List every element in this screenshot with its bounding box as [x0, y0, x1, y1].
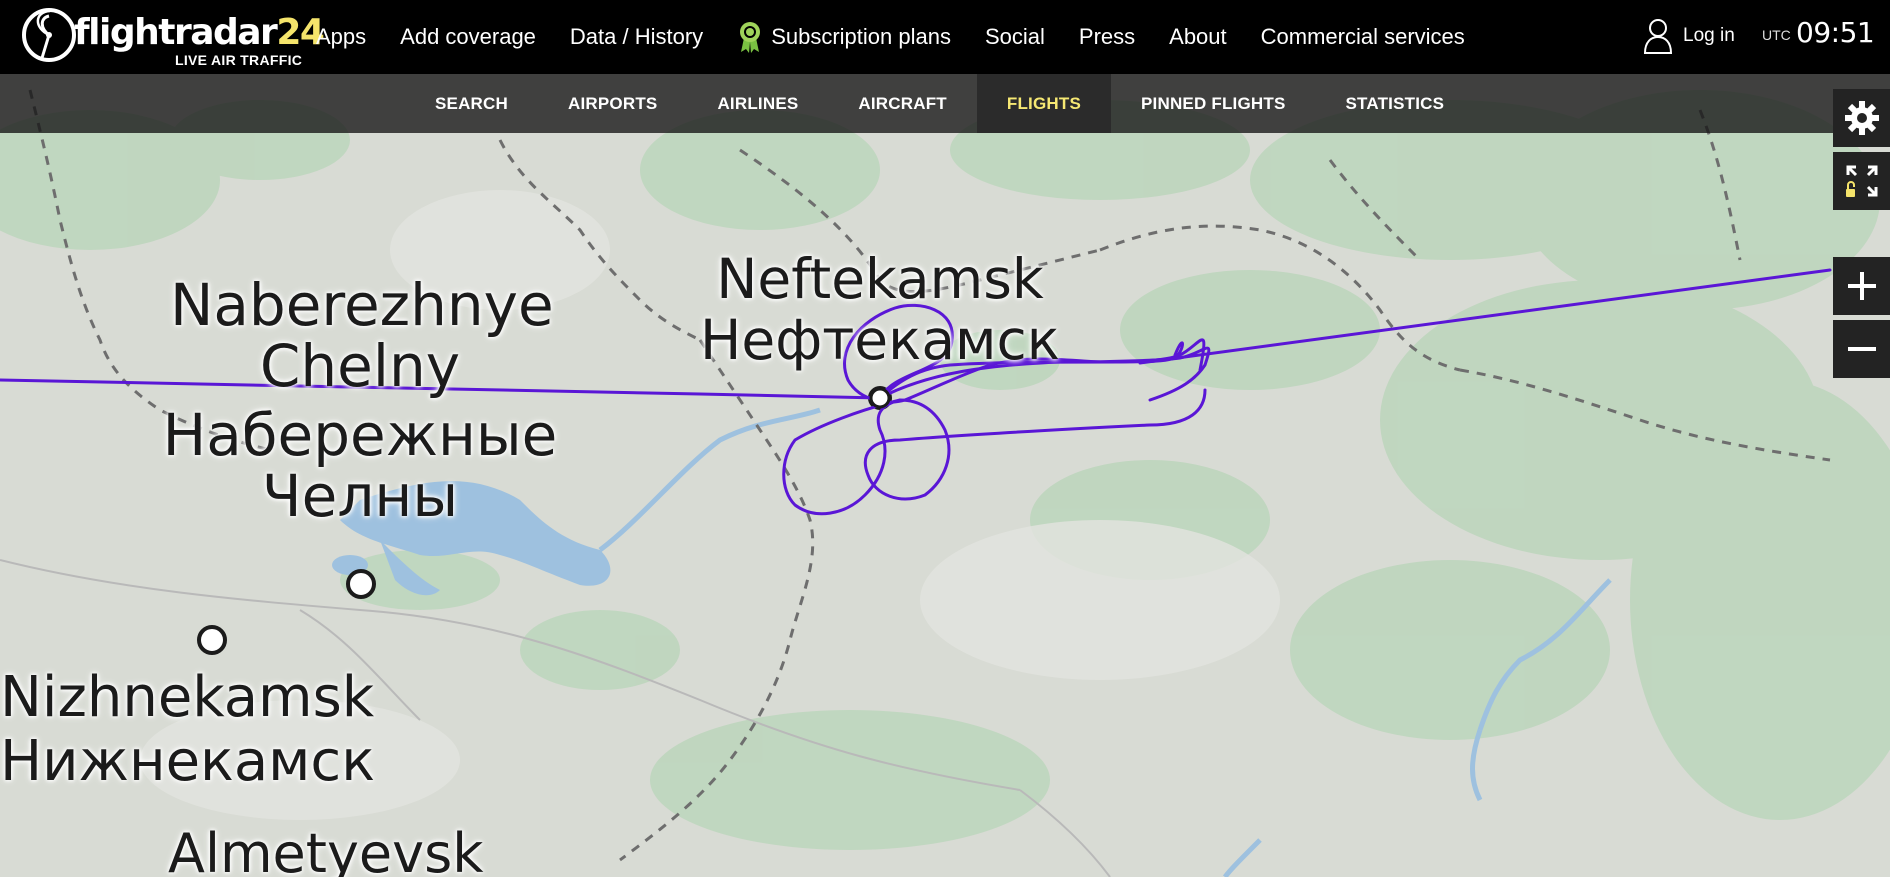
city-label-nizhnekamsk: Nizhnekamsk Нижнекамск: [0, 670, 430, 790]
brand-logo[interactable]: flightradar24 LIVE AIR TRAFFIC: [20, 4, 325, 70]
city-label-neftekamsk: Neftekamsk Нефтекамск: [680, 252, 1080, 368]
tab-search[interactable]: SEARCH: [405, 74, 538, 133]
settings-button[interactable]: [1833, 89, 1890, 147]
sub-nav: SEARCH AIRPORTS AIRLINES AIRCRAFT FLIGHT…: [0, 74, 1890, 133]
brand-wordmark: flightradar24: [74, 12, 325, 53]
login-button[interactable]: Log in: [1643, 18, 1735, 54]
brand-tagline: LIVE AIR TRAFFIC: [175, 52, 303, 68]
city-name-ru: Нижнекамск: [0, 729, 376, 794]
city-name-en: Neftekamsk: [716, 247, 1044, 311]
login-label: Log in: [1683, 25, 1735, 46]
tab-aircraft[interactable]: AIRCRAFT: [828, 74, 976, 133]
zoom-in-button[interactable]: [1833, 257, 1890, 315]
tab-airports[interactable]: AIRPORTS: [538, 74, 687, 133]
utc-label: UTC: [1762, 27, 1791, 43]
nav-press[interactable]: Press: [1079, 24, 1135, 50]
tab-airlines[interactable]: AIRLINES: [687, 74, 828, 133]
fullscreen-button[interactable]: [1833, 152, 1890, 210]
city-name-en: Naberezhnye Chelny: [170, 271, 554, 400]
utc-clock: 09:51: [1796, 16, 1875, 49]
city-label-almetyevsk: Almetyevsk: [168, 827, 528, 877]
nav-apps[interactable]: Apps: [316, 24, 366, 50]
city-name-en: Nizhnekamsk: [0, 665, 375, 730]
nav-about[interactable]: About: [1169, 24, 1227, 50]
main-nav: Apps Add coverage Data / History Subscri…: [300, 0, 1482, 74]
radar-logo-icon: [22, 8, 76, 62]
nav-commercial-services[interactable]: Commercial services: [1261, 24, 1465, 50]
tab-statistics[interactable]: STATISTICS: [1316, 74, 1475, 133]
city-name-ru: Набережные Челны: [162, 400, 558, 530]
nav-subscription-plans[interactable]: Subscription plans: [737, 20, 951, 54]
user-icon: [1643, 19, 1673, 54]
fullscreen-icon: [1845, 165, 1877, 197]
flightradar-app: Naberezhnye Chelny Набережные Челны Neft…: [0, 0, 1890, 877]
nav-social[interactable]: Social: [985, 24, 1045, 50]
nav-data-history[interactable]: Data / History: [570, 24, 703, 50]
minus-icon: [1847, 347, 1876, 351]
city-name-en: Almetyevsk: [168, 822, 484, 877]
plus-icon: [1847, 272, 1876, 300]
tab-pinned-flights[interactable]: PINNED FLIGHTS: [1111, 74, 1315, 133]
nav-add-coverage[interactable]: Add coverage: [400, 24, 536, 50]
award-ribbon-icon: [740, 22, 761, 53]
gear-icon: [1844, 101, 1879, 135]
zoom-out-button[interactable]: [1833, 320, 1890, 378]
city-name-ru: Нефтекамск: [700, 308, 1060, 372]
nav-subscription-label: Subscription plans: [771, 24, 951, 49]
city-label-naberezhnye-chelny: Naberezhnye Chelny Набережные Челны: [140, 275, 580, 527]
tab-flights[interactable]: FLIGHTS: [976, 74, 1112, 133]
top-header: flightradar24 LIVE AIR TRAFFIC Apps Add …: [0, 0, 1890, 74]
